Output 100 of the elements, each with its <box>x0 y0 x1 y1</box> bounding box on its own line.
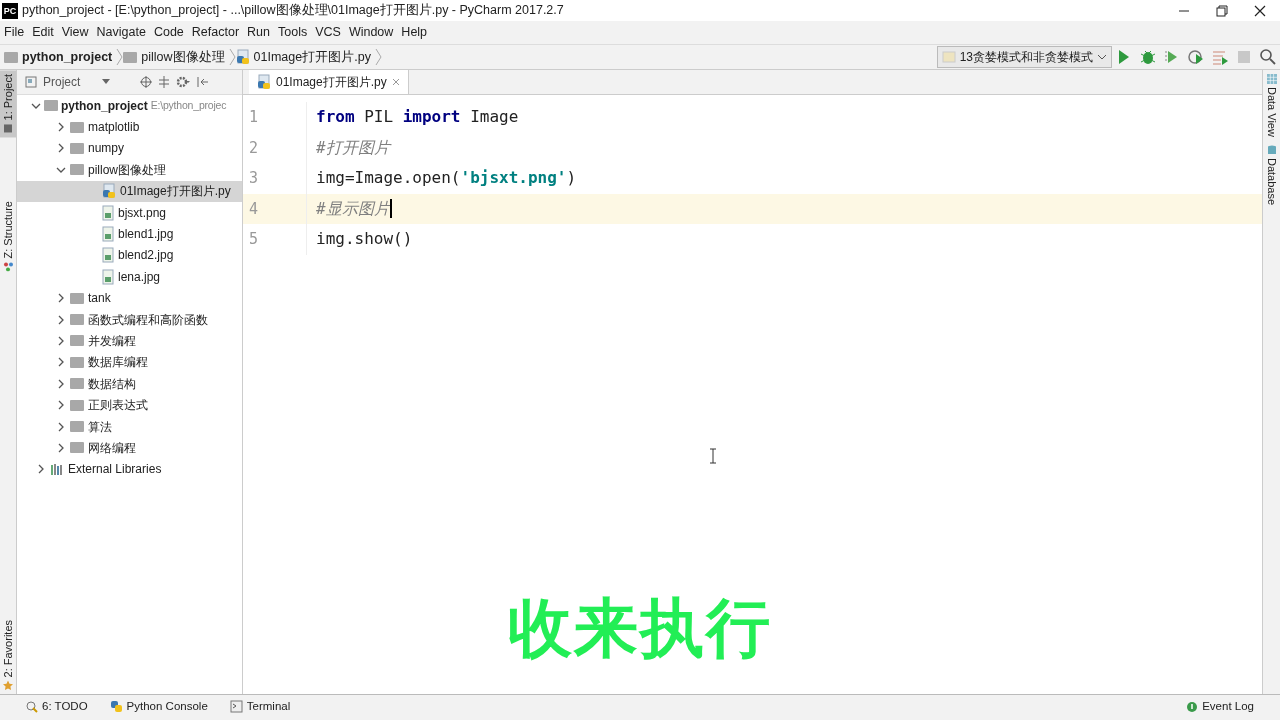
tool-window-tab[interactable]: Database <box>1263 140 1280 210</box>
menu-item[interactable]: Code <box>149 23 188 42</box>
tree-item[interactable]: blend1.jpg <box>17 223 242 245</box>
chevron-icon[interactable] <box>56 378 66 389</box>
folder-icon <box>44 100 58 112</box>
restore-icon[interactable] <box>1216 4 1228 17</box>
menu-item[interactable]: View <box>57 23 93 42</box>
bug-icon[interactable] <box>1139 48 1157 66</box>
menu-item[interactable]: VCS <box>311 23 345 42</box>
chevron-icon[interactable] <box>56 400 66 411</box>
tree-item[interactable]: 并发编程 <box>17 330 242 352</box>
hide-icon[interactable] <box>196 76 209 88</box>
tool-window-button[interactable]: Python Console <box>109 697 208 716</box>
line-number: 5 <box>243 224 307 255</box>
folder-icon <box>4 51 18 63</box>
menu-item[interactable]: Refactor <box>187 23 244 42</box>
chevron-icon <box>374 48 382 66</box>
code-line: from PIL import Image <box>315 106 520 129</box>
menu-item[interactable]: File <box>0 23 29 42</box>
collapse-icon[interactable] <box>158 76 171 88</box>
tree-item[interactable]: blend2.jpg <box>17 244 242 267</box>
folder-icon <box>70 399 84 411</box>
folder-icon <box>70 164 84 176</box>
todo-icon <box>25 700 38 713</box>
mouse-cursor-icon <box>709 448 717 464</box>
tree-item[interactable]: 正则表达式 <box>17 394 242 416</box>
tree-item[interactable]: 函数式编程和高阶函数 <box>17 308 242 331</box>
app-logo: PC <box>2 2 18 19</box>
chevron-icon[interactable] <box>56 143 66 154</box>
chevron-icon[interactable] <box>36 464 46 475</box>
python-file-icon <box>257 74 271 90</box>
tree-item[interactable]: 算法 <box>17 415 242 438</box>
chevron-icon <box>116 48 124 66</box>
tool-window-tab[interactable]: Data View <box>1263 70 1280 141</box>
tool-window-tab[interactable]: 1: Project <box>0 70 16 138</box>
chevron-icon[interactable] <box>56 357 66 368</box>
breadcrumb-item[interactable]: 01Image打开图片.py <box>253 47 371 67</box>
config-icon <box>941 50 956 64</box>
panel-title[interactable]: Project <box>43 73 81 91</box>
menu-item[interactable]: Edit <box>28 23 58 42</box>
tree-item[interactable]: matplotlib <box>17 116 242 138</box>
search-icon[interactable] <box>1259 48 1277 66</box>
dropdown-caret-icon <box>1097 53 1107 61</box>
chevron-icon[interactable] <box>56 336 66 346</box>
tree-item[interactable]: python_project E:\python_projec <box>17 95 242 117</box>
folder-icon <box>70 121 84 133</box>
tree-item[interactable]: 数据库编程 <box>17 351 242 374</box>
project-icon <box>3 123 13 134</box>
close-icon[interactable] <box>1254 4 1266 17</box>
breadcrumb-item[interactable]: pillow图像处理 <box>141 47 225 67</box>
folder-icon <box>70 356 84 368</box>
folder-icon <box>70 292 84 304</box>
tree-item[interactable]: tank <box>17 287 242 309</box>
database-icon <box>1266 144 1277 155</box>
settings-icon[interactable] <box>176 76 191 88</box>
concurrency-icon[interactable] <box>1211 48 1229 66</box>
code-line: img.show() <box>315 228 414 251</box>
tree-item[interactable]: pillow图像处理 <box>17 159 242 181</box>
run-configuration-dropdown[interactable]: 13贪婪模式和非贪婪模式 <box>936 46 1112 68</box>
terminal-icon <box>229 700 243 713</box>
folder-icon <box>123 51 138 63</box>
locate-icon[interactable] <box>140 76 153 88</box>
profile-icon[interactable] <box>1187 48 1205 66</box>
code-line: img=Image.open('bjsxt.png') <box>315 167 578 190</box>
line-number: 1 <box>243 102 307 133</box>
console-icon <box>109 700 123 713</box>
python-file-icon <box>235 49 250 65</box>
python-file-icon <box>102 183 116 200</box>
folder-icon <box>70 442 84 454</box>
tool-window-button[interactable]: Terminal <box>229 697 291 716</box>
chevron-icon[interactable] <box>56 293 66 304</box>
menu-item[interactable]: Tools <box>274 23 312 42</box>
chevron-icon[interactable] <box>56 314 66 325</box>
tree-item[interactable]: numpy <box>17 137 242 160</box>
tool-window-button[interactable]: Event Log <box>1186 697 1254 716</box>
line-number: 2 <box>243 132 307 163</box>
chevron-icon[interactable] <box>56 421 66 432</box>
tool-window-button[interactable]: 6: TODO <box>25 697 88 716</box>
image-file-icon <box>102 204 114 221</box>
folder-icon <box>70 142 84 154</box>
chevron-icon[interactable] <box>56 442 66 453</box>
tree-item[interactable]: 01Image打开图片.py <box>17 180 242 202</box>
tree-item[interactable]: External Libraries <box>17 458 242 481</box>
breadcrumb-item[interactable]: python_project <box>22 47 113 67</box>
menu-item[interactable]: Help <box>397 23 432 42</box>
menu-item[interactable]: Run <box>243 23 274 42</box>
dropdown-caret-icon[interactable] <box>102 79 111 85</box>
menu-item[interactable]: Navigate <box>92 23 150 42</box>
editor-tab[interactable]: 01Image打开图片.py <box>249 70 409 94</box>
tree-item[interactable]: 数据结构 <box>17 373 242 395</box>
tool-window-tab[interactable]: Z: Structure <box>0 197 16 276</box>
tree-item[interactable]: 网络编程 <box>17 437 242 459</box>
tree-item[interactable]: bjsxt.png <box>17 201 242 224</box>
chevron-icon[interactable] <box>56 122 66 133</box>
tree-item[interactable]: lena.jpg <box>17 266 242 288</box>
subtitle: 收来执行 <box>508 591 772 666</box>
menu-item[interactable]: Window <box>344 23 398 42</box>
folder-icon <box>70 378 84 390</box>
window-title: python_project - [E:\python_project] - ...\pillow图像处理\01Image打开图片.py - PyCharm 2017.2.7 <box>22 2 564 20</box>
tool-window-tab[interactable]: 2: Favorites <box>0 615 16 694</box>
